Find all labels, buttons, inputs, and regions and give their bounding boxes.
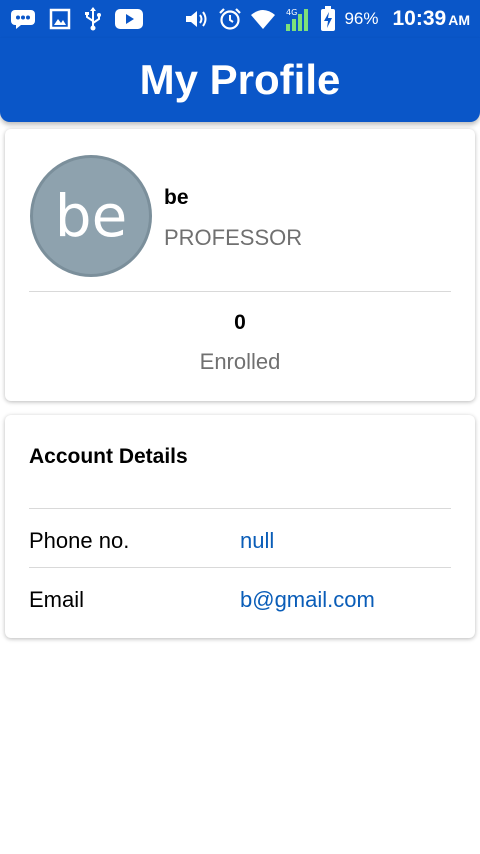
account-details-card: Account Details Phone no. null Email b@g… [5,415,475,638]
phone-value: null [240,528,275,553]
signal-label: 4G [286,8,297,17]
page-title: My Profile [139,56,341,103]
user-role: PROFESSOR [164,225,303,250]
battery-charging-icon [320,6,336,32]
volume-icon [184,8,210,30]
account-divider-middle [29,567,451,568]
profile-divider [29,291,451,292]
app-bar: My Profile [0,38,480,122]
account-divider-top [29,508,451,509]
clock: 10:39 AM [393,7,471,31]
user-name: be [164,186,189,209]
email-value[interactable]: b@gmail.com [240,587,375,613]
enrolled-label: Enrolled [199,349,281,374]
clock-ampm: AM [448,12,470,28]
status-bar-left [10,7,143,31]
message-icon [10,8,36,30]
wifi-icon [250,8,276,30]
profile-card: be be PROFESSOR 0 Enrolled [5,129,475,401]
alarm-icon [218,7,242,31]
status-bar-right: 4G 96% 10:39 AM [184,6,470,32]
avatar: be [30,155,152,277]
enrolled-count: 0 [234,311,246,334]
image-icon [49,8,71,30]
email-label: Email [29,587,85,612]
youtube-icon [115,9,143,29]
account-details-title: Account Details [29,445,188,468]
phone-label: Phone no. [29,528,130,553]
usb-icon [84,7,102,31]
cell-signal-icon: 4G [284,6,312,32]
battery-percent: 96% [344,9,379,28]
avatar-initials: be [54,182,128,250]
status-bar: 4G 96% 10:39 AM [0,0,480,38]
clock-time: 10:39 [392,7,447,30]
